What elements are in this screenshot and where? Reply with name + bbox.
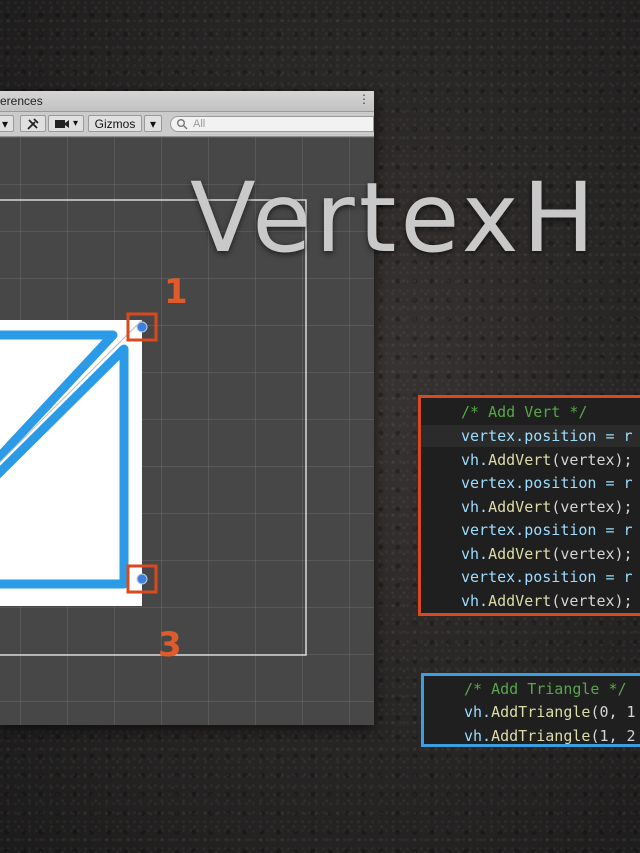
code-prefix: vertex.position = r [461,427,633,445]
vertex-label-3: 3 [158,625,182,665]
code-prefix: vertex.position = r [461,521,633,539]
camera-icon [54,119,69,128]
code-function: AddVert [488,450,552,469]
code-line: vh.AddTriangle(1, 2 [464,727,636,745]
code-line: vertex.position = r [461,427,633,445]
code-args: (vertex); [551,544,633,563]
code-function: AddTriangle [491,726,591,745]
code-comment: /* Add Triangle */ [464,680,627,698]
code-line: vh.AddVert(vertex); [461,451,633,469]
code-line: vertex.position = r [461,568,633,586]
tools-toggle-button[interactable] [20,115,46,132]
tools-icon [27,117,39,130]
page-title: VertexH [190,162,599,274]
gizmos-label: Gizmos [94,116,136,131]
code-line: vertex.position = r [461,521,633,539]
code-prefix: vertex.position = r [461,474,633,492]
code-prefix: vh. [461,450,489,469]
code-line: vh.AddTriangle(0, 1 [464,703,636,721]
code-prefix: vh. [461,544,489,563]
scene-toolbar: ▾ ▾ Gizmos ▾ All [0,112,374,137]
dropdown-arrow-icon: ▾ [1,116,9,131]
window-tab-bar: erences ⋮ [0,91,374,112]
gizmos-dropdown-button[interactable]: ▾ [144,115,162,132]
search-icon [177,119,188,130]
search-input[interactable]: All [170,116,374,132]
code-function: AddTriangle [491,703,591,721]
code-args: (vertex); [551,450,633,469]
add-vert-code-panel: /* Add Vert */ vertex.position = r vh.Add… [418,395,640,616]
code-prefix: vh. [461,591,489,610]
code-function: AddVert [488,591,552,610]
code-prefix: vh. [461,497,489,516]
shading-dropdown-button[interactable]: ▾ [0,115,14,132]
search-placeholder: All [193,118,206,130]
code-line: vh.AddVert(vertex); [461,498,633,516]
code-prefix: vertex.position = r [461,568,633,586]
gizmos-button[interactable]: Gizmos [88,115,142,132]
code-function: AddVert [488,497,552,516]
vertex-handle-1 [136,321,148,333]
vertex-label-1: 1 [164,272,188,312]
vertex-handle-3 [136,573,148,585]
code-args: (vertex); [551,591,633,610]
code-args: (1, 2 [590,726,636,745]
dropdown-arrow-icon: ▾ [149,116,157,131]
code-line: vertex.position = r [461,474,633,492]
code-prefix: vh. [464,703,492,721]
code-comment: /* Add Vert */ [461,403,588,421]
code-line: vh.AddVert(vertex); [461,545,633,563]
camera-dropdown-button[interactable]: ▾ [48,115,84,132]
code-args: (0, 1 [590,703,636,721]
add-triangle-code-panel: /* Add Triangle */ vh.AddTriangle(0, 1 vh… [421,673,640,747]
window-tab-title[interactable]: erences [0,94,43,108]
code-line: vh.AddVert(vertex); [461,592,633,610]
code-args: (vertex); [551,497,633,516]
code-function: AddVert [488,544,552,563]
code-prefix: vh. [464,726,492,745]
dropdown-arrow-icon: ▾ [72,118,79,129]
tab-menu-icon[interactable]: ⋮ [358,92,370,106]
